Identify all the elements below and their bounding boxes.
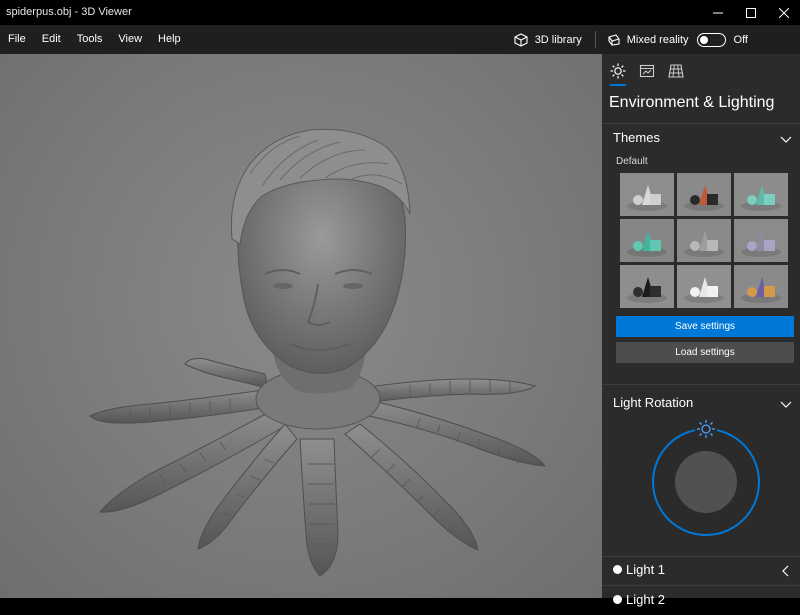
panel-tabs bbox=[602, 54, 800, 90]
light-2-label: Light 2 bbox=[626, 592, 666, 607]
theme-preview-graphic bbox=[677, 219, 731, 262]
divider bbox=[602, 123, 800, 124]
tile-sphere-shape bbox=[690, 241, 700, 251]
maximize-icon bbox=[745, 7, 756, 18]
tile-cube-shape bbox=[764, 194, 775, 205]
light-color-dot bbox=[613, 595, 622, 604]
theme-preview-graphic bbox=[620, 219, 674, 262]
light-rotation-dial[interactable] bbox=[648, 418, 764, 540]
toggle-knob bbox=[699, 35, 708, 44]
minimize-button[interactable] bbox=[701, 0, 734, 25]
tile-cube-shape bbox=[764, 286, 775, 297]
tile-cube-shape bbox=[707, 286, 718, 297]
tile-cube-shape bbox=[764, 240, 775, 251]
tile-sphere-shape bbox=[633, 287, 643, 297]
menu-edit[interactable]: Edit bbox=[34, 25, 69, 54]
theme-tile[interactable] bbox=[677, 173, 731, 216]
tile-sphere-shape bbox=[690, 287, 700, 297]
light-1-label: Light 1 bbox=[626, 562, 666, 577]
environment-panel: Environment & Lighting Themes Default Sa… bbox=[602, 54, 800, 607]
window-title: spiderpus.obj - 3D Viewer bbox=[6, 6, 132, 18]
tile-cube-shape bbox=[650, 240, 661, 251]
divider bbox=[602, 585, 800, 586]
theme-preview-graphic bbox=[734, 219, 788, 262]
mixed-reality-button[interactable]: Mixed reality bbox=[607, 33, 689, 47]
grid-icon[interactable] bbox=[668, 63, 684, 79]
light-1-row[interactable]: Light 1 bbox=[602, 557, 800, 585]
theme-grid bbox=[620, 173, 790, 308]
tile-sphere-shape bbox=[747, 241, 757, 251]
cube-icon bbox=[514, 32, 528, 47]
theme-tile[interactable] bbox=[620, 265, 674, 308]
tile-sphere-shape bbox=[747, 195, 757, 205]
menu-help[interactable]: Help bbox=[150, 25, 189, 54]
mixed-reality-icon bbox=[608, 33, 620, 46]
theme-tile[interactable] bbox=[734, 265, 788, 308]
save-settings-button[interactable]: Save settings bbox=[616, 316, 794, 337]
light-sun-handle-icon[interactable] bbox=[696, 419, 716, 439]
sun-icon[interactable] bbox=[610, 63, 626, 79]
stats-icon[interactable] bbox=[639, 63, 655, 79]
divider bbox=[602, 384, 800, 385]
light-2-row[interactable]: Light 2 bbox=[602, 587, 800, 615]
theme-tile[interactable] bbox=[734, 173, 788, 216]
title-bar: spiderpus.obj - 3D Viewer bbox=[0, 0, 800, 25]
theme-preview-graphic bbox=[734, 173, 788, 216]
tile-cube-shape bbox=[650, 194, 661, 205]
close-icon bbox=[778, 7, 789, 18]
menu-separator bbox=[594, 31, 596, 48]
3d-library-button[interactable]: 3D library bbox=[514, 32, 582, 47]
menu-file[interactable]: File bbox=[0, 25, 34, 54]
panel-title: Environment & Lighting bbox=[609, 94, 775, 111]
tile-sphere-shape bbox=[747, 287, 757, 297]
rotation-dial-graphic bbox=[652, 418, 760, 536]
mixed-reality-toggle[interactable] bbox=[696, 32, 726, 47]
menu-items: File Edit Tools View Help bbox=[0, 25, 189, 54]
load-settings-button[interactable]: Load settings bbox=[616, 342, 794, 363]
menu-right-group: 3D library Mixed reality Off bbox=[514, 25, 800, 54]
theme-preview-graphic bbox=[620, 265, 674, 308]
chevron-left-icon[interactable] bbox=[780, 565, 792, 577]
light-color-dot bbox=[613, 565, 622, 574]
theme-tile[interactable] bbox=[677, 219, 731, 262]
tile-cube-shape bbox=[650, 286, 661, 297]
tile-cube-shape bbox=[707, 194, 718, 205]
minimize-icon bbox=[712, 12, 723, 13]
theme-tile[interactable] bbox=[620, 173, 674, 216]
mixed-reality-label: Mixed reality bbox=[626, 33, 689, 46]
theme-group-label: Default bbox=[616, 156, 648, 167]
theme-tile[interactable] bbox=[620, 219, 674, 262]
theme-tile[interactable] bbox=[734, 219, 788, 262]
tile-sphere-shape bbox=[633, 241, 643, 251]
chevron-down-icon[interactable] bbox=[780, 398, 792, 410]
menu-view[interactable]: View bbox=[110, 25, 150, 54]
toggle-state-label: Off bbox=[733, 33, 748, 46]
theme-preview-graphic bbox=[620, 173, 674, 216]
themes-heading[interactable]: Themes bbox=[613, 130, 660, 145]
close-button[interactable] bbox=[767, 0, 800, 25]
light-rotation-heading[interactable]: Light Rotation bbox=[613, 395, 693, 410]
theme-tile[interactable] bbox=[677, 265, 731, 308]
chevron-down-icon[interactable] bbox=[780, 133, 792, 145]
window-controls bbox=[701, 0, 800, 25]
active-tab-indicator bbox=[610, 84, 626, 86]
theme-preview-graphic bbox=[734, 265, 788, 308]
tile-cube-shape bbox=[707, 240, 718, 251]
3d-model-render bbox=[89, 128, 547, 577]
3d-library-label: 3D library bbox=[534, 33, 582, 46]
menu-tools[interactable]: Tools bbox=[69, 25, 111, 54]
menu-bar: File Edit Tools View Help 3D library Mix… bbox=[0, 25, 800, 54]
theme-preview-graphic bbox=[677, 265, 731, 308]
tile-sphere-shape bbox=[633, 195, 643, 205]
tile-sphere-shape bbox=[690, 195, 700, 205]
3d-viewport[interactable] bbox=[0, 54, 602, 598]
maximize-button[interactable] bbox=[734, 0, 767, 25]
theme-preview-graphic bbox=[677, 173, 731, 216]
